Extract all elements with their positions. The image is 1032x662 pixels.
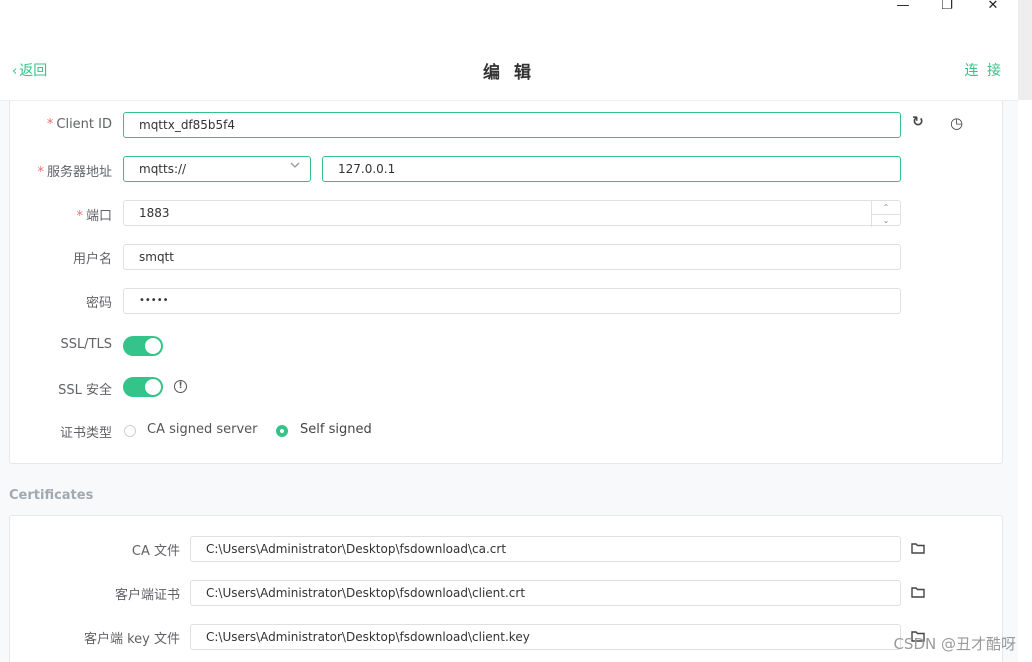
port-stepper: ⌃ ⌄ [871, 201, 900, 227]
folder-icon[interactable] [911, 542, 925, 554]
password-label: 密码 [85, 296, 112, 311]
restore-button[interactable]: ❐ [924, 0, 970, 14]
minimize-button[interactable]: — [880, 0, 926, 14]
protocol-value: mqtts:// [139, 162, 187, 176]
chevron-down-icon [290, 162, 300, 168]
client-id-input[interactable]: mqttx_df85b5f4 [123, 112, 901, 138]
window-titlebar: — ❐ ✕ [0, 0, 1032, 40]
username-label: 用户名 [72, 252, 112, 267]
toggle-knob [145, 379, 161, 395]
required-mark: * [46, 117, 54, 132]
required-mark: * [37, 165, 44, 180]
required-mark: * [76, 209, 83, 224]
client-id-label-text: Client ID [56, 117, 112, 132]
username-input[interactable]: smqtt [123, 244, 901, 270]
port-label-text: 端口 [85, 209, 112, 224]
protocol-select[interactable]: mqtts:// [123, 156, 311, 182]
client-key-label: 客户端 key 文件 [83, 632, 180, 647]
folder-icon[interactable] [911, 586, 925, 598]
page-header: ‹ 返回 编 辑 连 接 [0, 40, 1018, 101]
history-icon[interactable]: ◷ [950, 114, 963, 132]
ssl-tls-label: SSL/TLS [60, 337, 112, 352]
port-value: 1883 [139, 206, 170, 220]
increment-button[interactable]: ⌃ [872, 201, 900, 215]
refresh-icon[interactable]: ↻ [912, 114, 924, 130]
decrement-button[interactable]: ⌄ [872, 214, 900, 227]
host-input[interactable]: 127.0.0.1 [322, 156, 901, 182]
info-icon[interactable]: ! [174, 380, 187, 393]
toggle-knob [145, 338, 161, 354]
client-cert-input[interactable]: C:\Users\Administrator\Desktop\fsdownloa… [190, 580, 901, 606]
scrollbar[interactable] [1018, 0, 1032, 100]
page-title: 编 辑 [483, 63, 535, 83]
ca-file-input[interactable]: C:\Users\Administrator\Desktop\fsdownloa… [190, 536, 901, 562]
ca-file-label: CA 文件 [131, 544, 180, 559]
port-label: * 端口 [76, 205, 112, 224]
host-label: * 服务器地址 [37, 161, 112, 180]
radio-self-signed-label[interactable]: Self signed [300, 422, 372, 437]
cert-type-label: 证书类型 [59, 426, 112, 441]
ssl-tls-toggle[interactable] [123, 336, 163, 356]
port-input[interactable]: 1883 ⌃ ⌄ [123, 200, 901, 227]
radio-ca-signed-label[interactable]: CA signed server [147, 422, 258, 437]
certificates-section-title: Certificates [9, 488, 94, 503]
ssl-secure-toggle[interactable] [123, 377, 163, 397]
close-button[interactable]: ✕ [970, 0, 1016, 14]
host-label-text: 服务器地址 [46, 165, 112, 180]
client-id-label: * Client ID [47, 117, 112, 132]
radio-self-signed[interactable] [276, 425, 288, 437]
watermark: CSDN @丑才酷呀 [893, 635, 1016, 653]
certificates-card: CA 文件 C:\Users\Administrator\Desktop\fsd… [9, 515, 1003, 662]
general-card: * Client ID mqttx_df85b5f4 ↻ ◷ * 服务器地址 mqt… [9, 101, 1003, 464]
client-cert-label: 客户端证书 [114, 588, 180, 603]
radio-ca-signed[interactable] [124, 425, 136, 437]
connect-button[interactable]: 连 接 [965, 60, 1003, 80]
form-content: * Client ID mqttx_df85b5f4 ↻ ◷ * 服务器地址 mqt… [0, 101, 1018, 662]
password-input[interactable]: ••••• [123, 288, 901, 314]
client-key-input[interactable]: C:\Users\Administrator\Desktop\fsdownloa… [190, 624, 901, 650]
ssl-secure-label: SSL 安全 [58, 383, 112, 398]
